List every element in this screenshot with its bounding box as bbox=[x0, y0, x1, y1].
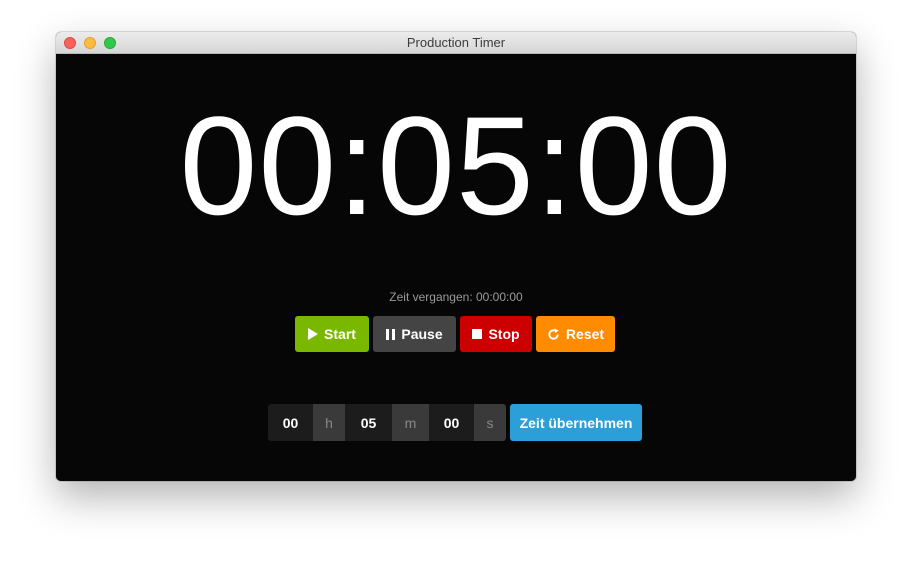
timer-controls: Start Pause Stop Reset bbox=[295, 316, 615, 352]
reset-button-label: Reset bbox=[565, 326, 605, 342]
window-title: Production Timer bbox=[406, 35, 506, 50]
title-bar[interactable]: Production Timer bbox=[56, 32, 856, 54]
hours-unit-label: h bbox=[313, 404, 345, 441]
start-button-label: Start bbox=[324, 326, 356, 342]
hours-input[interactable]: 00 bbox=[268, 404, 313, 441]
pause-icon bbox=[386, 328, 396, 340]
start-button[interactable]: Start bbox=[295, 316, 369, 352]
stop-button[interactable]: Stop bbox=[460, 316, 532, 352]
reset-button[interactable]: Reset bbox=[536, 316, 615, 352]
play-icon bbox=[308, 328, 319, 340]
refresh-icon bbox=[547, 327, 560, 341]
elapsed-time-label: Zeit vergangen: 00:00:00 bbox=[389, 290, 523, 304]
stop-button-label: Stop bbox=[488, 326, 520, 342]
time-setter: 00 h 05 m 00 s Zeit übernehmen bbox=[268, 404, 642, 441]
pause-button-label: Pause bbox=[401, 326, 443, 342]
timer-content: 00:05:00 Zeit vergangen: 00:00:00 Start … bbox=[56, 54, 856, 481]
stop-icon bbox=[472, 329, 483, 339]
seconds-unit-label: s bbox=[474, 404, 506, 441]
pause-button[interactable]: Pause bbox=[373, 316, 456, 352]
countdown-display: 00:05:00 bbox=[179, 87, 733, 244]
minutes-unit-label: m bbox=[392, 404, 429, 441]
app-window: Production Timer 00:05:00 Zeit vergangen… bbox=[56, 32, 856, 481]
minutes-input[interactable]: 05 bbox=[345, 404, 392, 441]
seconds-input[interactable]: 00 bbox=[429, 404, 474, 441]
apply-time-button[interactable]: Zeit übernehmen bbox=[510, 404, 642, 441]
